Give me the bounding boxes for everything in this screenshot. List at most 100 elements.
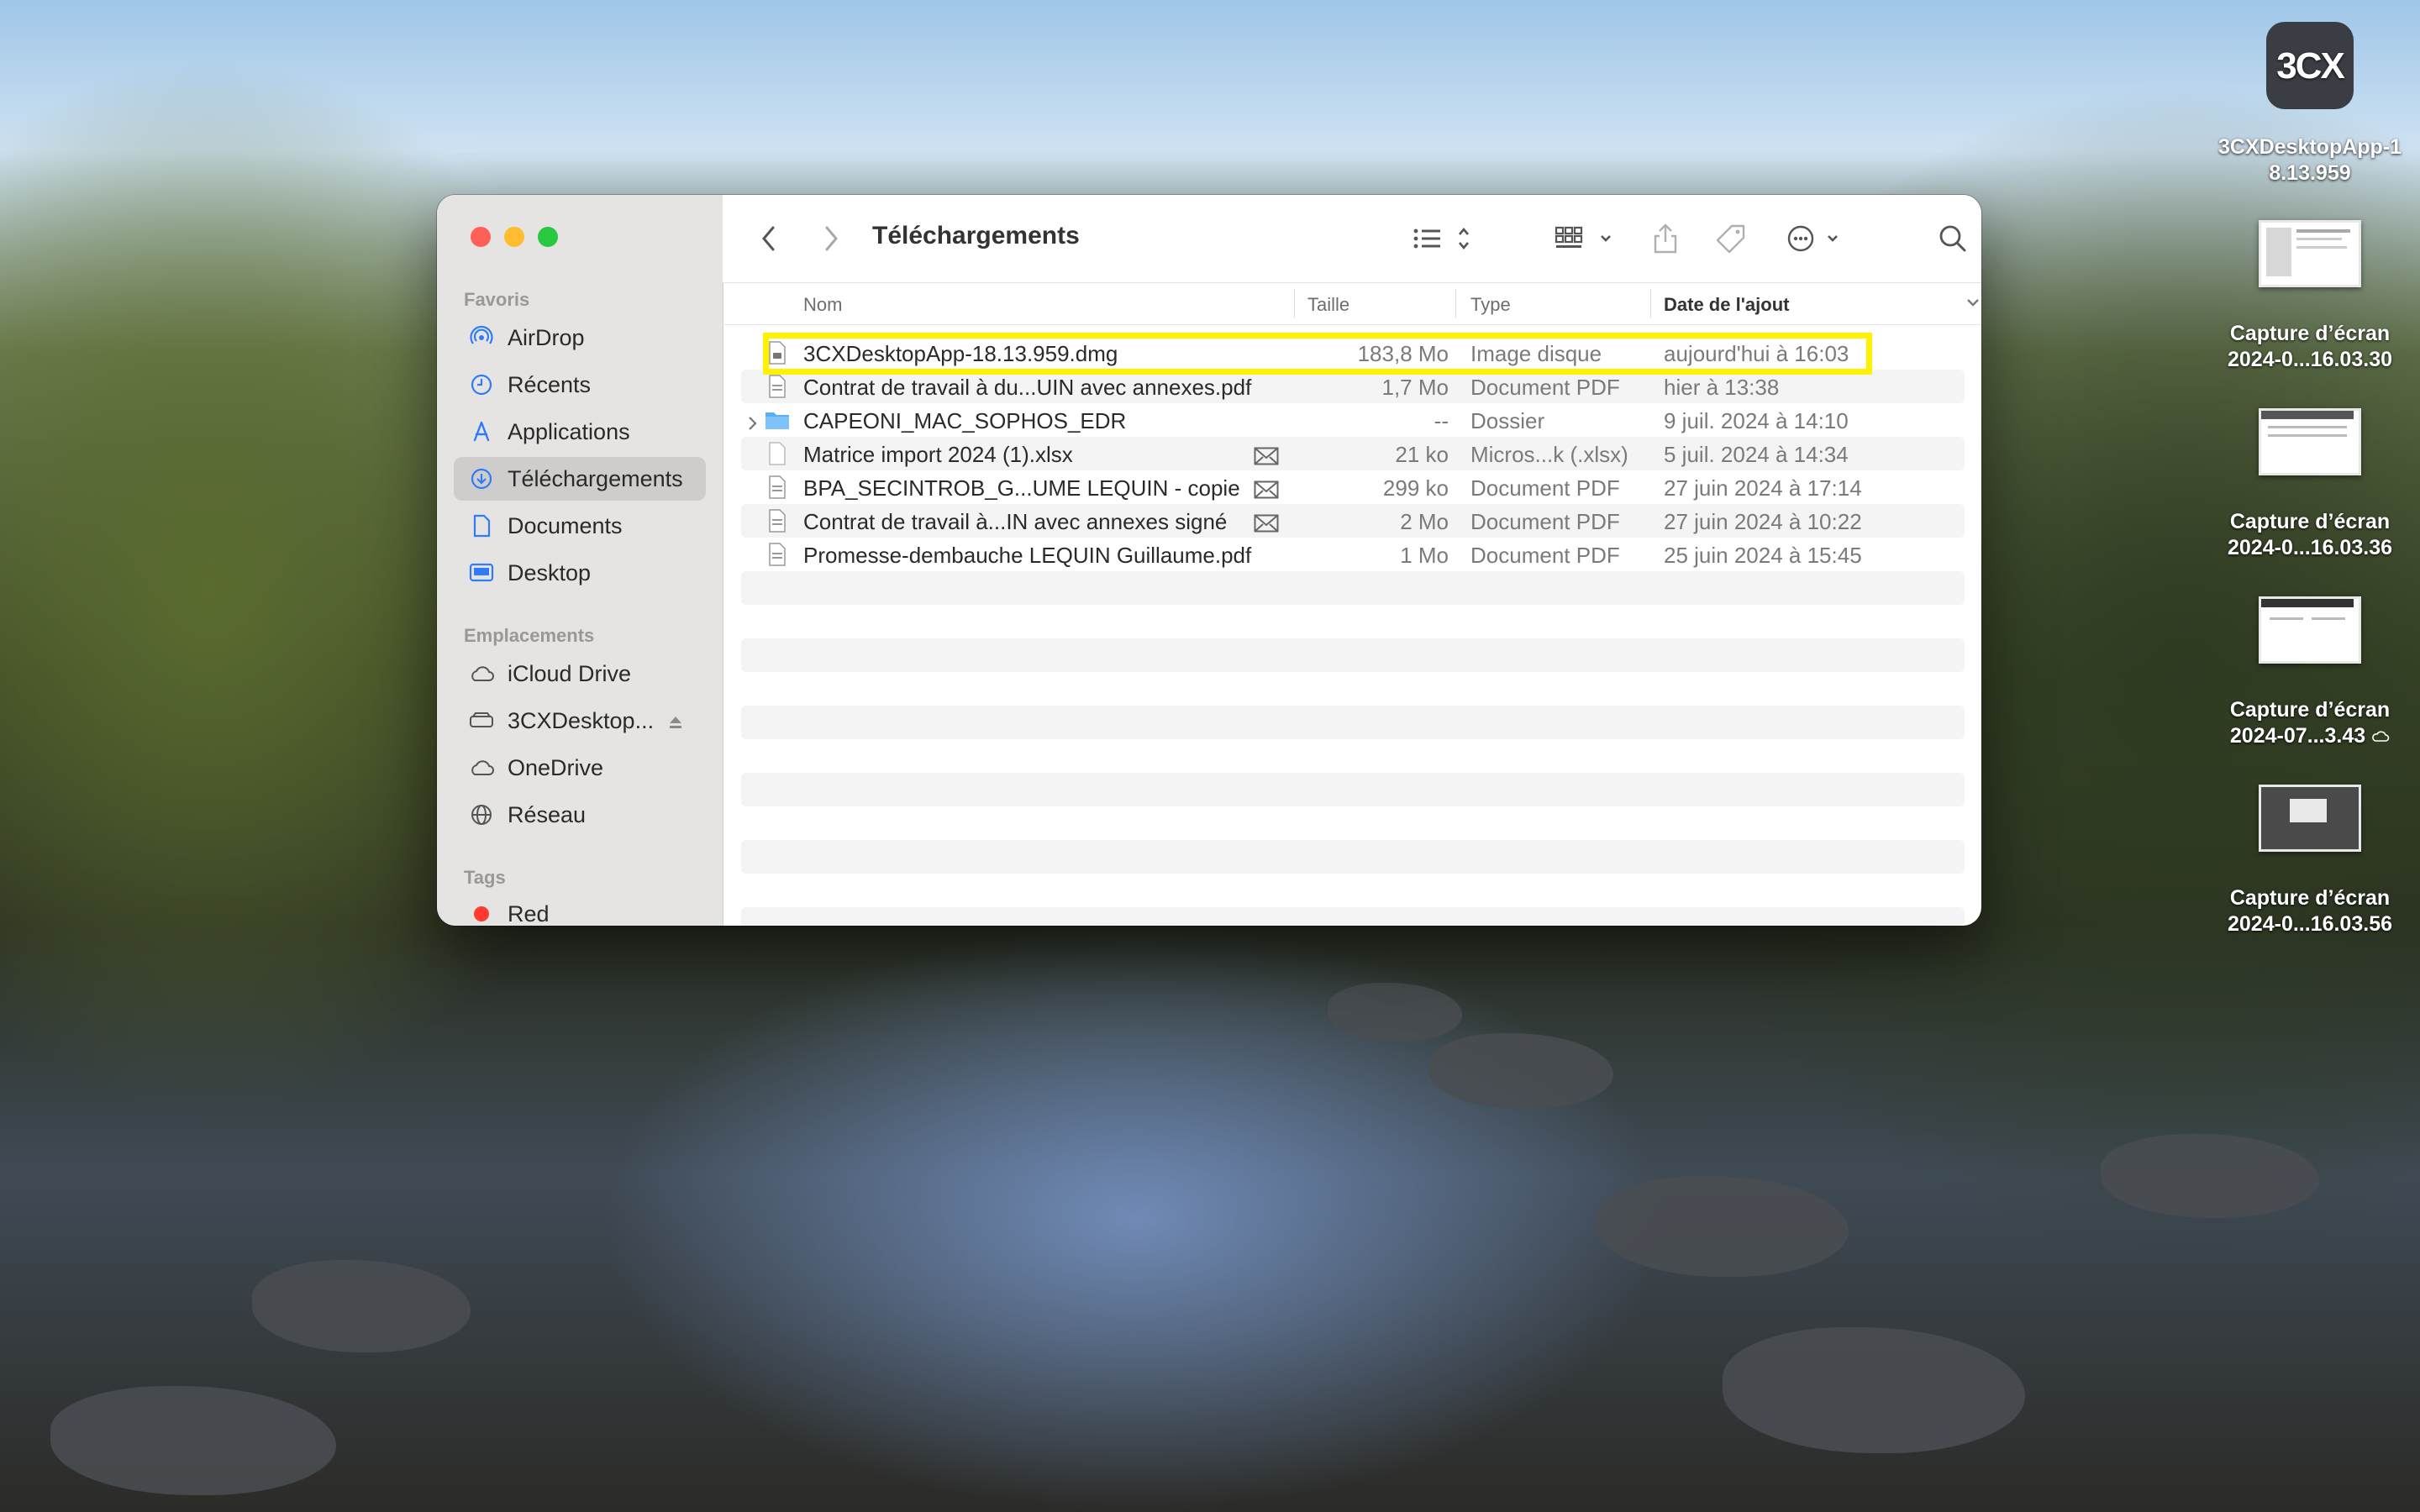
sidebar-item-airdrop[interactable]: AirDrop: [454, 316, 706, 360]
desktop-item-3cx-app[interactable]: 3CX 3CXDesktopApp-1 8.13.959: [2213, 22, 2407, 186]
desktop-icon: [467, 559, 496, 587]
search-icon: [1939, 225, 1966, 252]
column-separator[interactable]: [1294, 289, 1295, 318]
pdf-file-icon: [768, 375, 786, 398]
desktop-item-screenshot[interactable]: Capture d’écran 2024-0...16.03.30: [2213, 220, 2407, 373]
sidebar-item-onedrive[interactable]: OneDrive: [454, 746, 706, 790]
share-icon: [1654, 223, 1677, 254]
group-button[interactable]: [1555, 222, 1617, 255]
file-row[interactable]: Promesse-dembauche LEQUIN Guillaume.pdf …: [741, 538, 1965, 571]
desktop-item-screenshot[interactable]: Capture d’écran 2024-0...16.03.56: [2213, 785, 2407, 937]
empty-row: [741, 874, 1965, 907]
sidebar-item-label: Red: [508, 900, 550, 927]
sidebar-item-icloud-drive[interactable]: iCloud Drive: [454, 652, 706, 696]
applications-icon: [467, 417, 496, 446]
desktop-item-label: Capture d’écran: [2229, 886, 2391, 910]
column-separator[interactable]: [1455, 289, 1456, 318]
screenshot-thumbnail-icon: [2259, 785, 2361, 852]
desktop-item-label: 8.13.959: [2269, 161, 2351, 185]
column-header-bar: Nom Taille Type Date de l'ajout: [723, 282, 1981, 325]
desktop-item-label: 2024-07...3.43: [2229, 724, 2366, 748]
desktop-item-screenshot[interactable]: Capture d’écran 2024-07...3.43: [2213, 596, 2407, 749]
sidebar-item-label: Réseau: [508, 801, 587, 827]
file-type: Dossier: [1470, 408, 1545, 433]
empty-row: [741, 706, 1965, 739]
minimize-window-button[interactable]: [504, 227, 524, 247]
file-name: CAPEONI_MAC_SOPHOS_EDR: [803, 408, 1127, 433]
view-mode-list-button[interactable]: [1412, 222, 1474, 255]
file-date-added: hier à 13:38: [1664, 375, 1780, 400]
desktop-item-label: 2024-0...16.03.56: [2228, 912, 2392, 936]
background-rock: [50, 1386, 336, 1495]
download-icon: [467, 465, 496, 493]
close-window-button[interactable]: [471, 227, 491, 247]
sidebar-item-applications[interactable]: Applications: [454, 410, 706, 454]
empty-row: [741, 907, 1965, 926]
file-name: Contrat de travail à du...UIN avec annex…: [803, 375, 1252, 400]
sidebar-item-3cxdesktop-volume[interactable]: 3CXDesktop...: [454, 699, 706, 743]
column-header-type[interactable]: Type: [1470, 294, 1511, 316]
sidebar-item-tag-red[interactable]: Red: [454, 892, 706, 926]
empty-row: [741, 672, 1965, 706]
file-type: Micros...k (.xlsx): [1470, 442, 1628, 467]
highlight-box: [763, 333, 1872, 375]
desktop-item-label: 2024-0...16.03.30: [2228, 348, 2392, 371]
sidebar-item-recents[interactable]: Récents: [454, 363, 706, 407]
eject-icon[interactable]: [667, 711, 684, 737]
desktop-item-screenshot[interactable]: Capture d’écran 2024-0...16.03.36: [2213, 408, 2407, 561]
file-date-added: 5 juil. 2024 à 14:34: [1664, 442, 1849, 467]
column-separator[interactable]: [1650, 289, 1651, 318]
sidebar-item-desktop[interactable]: Desktop: [454, 551, 706, 595]
file-type: Document PDF: [1470, 509, 1620, 534]
file-row[interactable]: Matrice import 2024 (1).xlsx 21 ko Micro…: [741, 437, 1965, 470]
screenshot-thumbnail-icon: [2259, 596, 2361, 664]
finder-window: Favoris AirDrop Récents Applications Tél…: [437, 195, 1981, 926]
desktop-item-label: 2024-0...16.03.36: [2228, 536, 2392, 559]
column-header-name[interactable]: Nom: [803, 294, 842, 316]
file-row[interactable]: CAPEONI_MAC_SOPHOS_EDR -- Dossier 9 juil…: [741, 403, 1965, 437]
sort-chevron-down-icon[interactable]: [1965, 294, 1981, 316]
more-actions-button[interactable]: [1786, 222, 1845, 255]
chevron-right-icon: [825, 226, 838, 251]
file-type: Document PDF: [1470, 543, 1620, 568]
desktop-item-label-row: 2024-07...3.43: [2213, 723, 2407, 749]
background-rock: [1597, 1176, 1849, 1277]
column-header-size[interactable]: Taille: [1307, 294, 1349, 316]
screenshot-thumbnail-icon: [2259, 408, 2361, 475]
search-button[interactable]: [1936, 222, 1970, 255]
pdf-file-icon: [768, 509, 786, 533]
file-size: 1 Mo: [1400, 543, 1449, 568]
tag-icon: [1716, 224, 1745, 254]
sidebar-item-label: Applications: [508, 418, 630, 444]
empty-row: [741, 638, 1965, 672]
mail-attachment-icon: [1254, 512, 1279, 538]
file-row[interactable]: Contrat de travail à du...UIN avec annex…: [741, 370, 1965, 403]
desktop-item-label: Capture d’écran: [2229, 322, 2391, 345]
pdf-file-icon: [768, 543, 786, 566]
file-row[interactable]: Contrat de travail à...IN avec annexes s…: [741, 504, 1965, 538]
document-icon: [467, 512, 496, 540]
disclosure-chevron-right-icon[interactable]: [746, 412, 758, 438]
zoom-window-button[interactable]: [538, 227, 558, 247]
file-name: Matrice import 2024 (1).xlsx: [803, 442, 1073, 467]
file-list: 3CXDesktopApp-18.13.959.dmg 183,8 Mo Ima…: [741, 336, 1965, 926]
sidebar-section-favoris: Favoris: [464, 289, 530, 310]
chevron-left-icon: [762, 226, 775, 251]
file-size: 2 Mo: [1400, 509, 1449, 534]
toolbar: Téléchargements: [723, 195, 1981, 283]
back-button[interactable]: [756, 222, 781, 255]
network-icon: [467, 801, 496, 829]
file-type: Document PDF: [1470, 475, 1620, 501]
tags-button[interactable]: [1714, 222, 1748, 255]
share-button[interactable]: [1650, 222, 1681, 255]
sidebar-item-telechargements[interactable]: Téléchargements: [454, 457, 706, 501]
sidebar-item-documents[interactable]: Documents: [454, 504, 706, 548]
file-row[interactable]: BPA_SECINTROB_G...UME LEQUIN - copie 299…: [741, 470, 1965, 504]
clock-icon: [467, 370, 496, 399]
forward-button[interactable]: [818, 222, 844, 255]
sidebar-item-reseau[interactable]: Réseau: [454, 793, 706, 837]
file-name: BPA_SECINTROB_G...UME LEQUIN - copie: [803, 475, 1240, 501]
column-header-date-added[interactable]: Date de l'ajout: [1664, 294, 1789, 316]
empty-row: [741, 773, 1965, 806]
background-rock: [2101, 1134, 2319, 1218]
